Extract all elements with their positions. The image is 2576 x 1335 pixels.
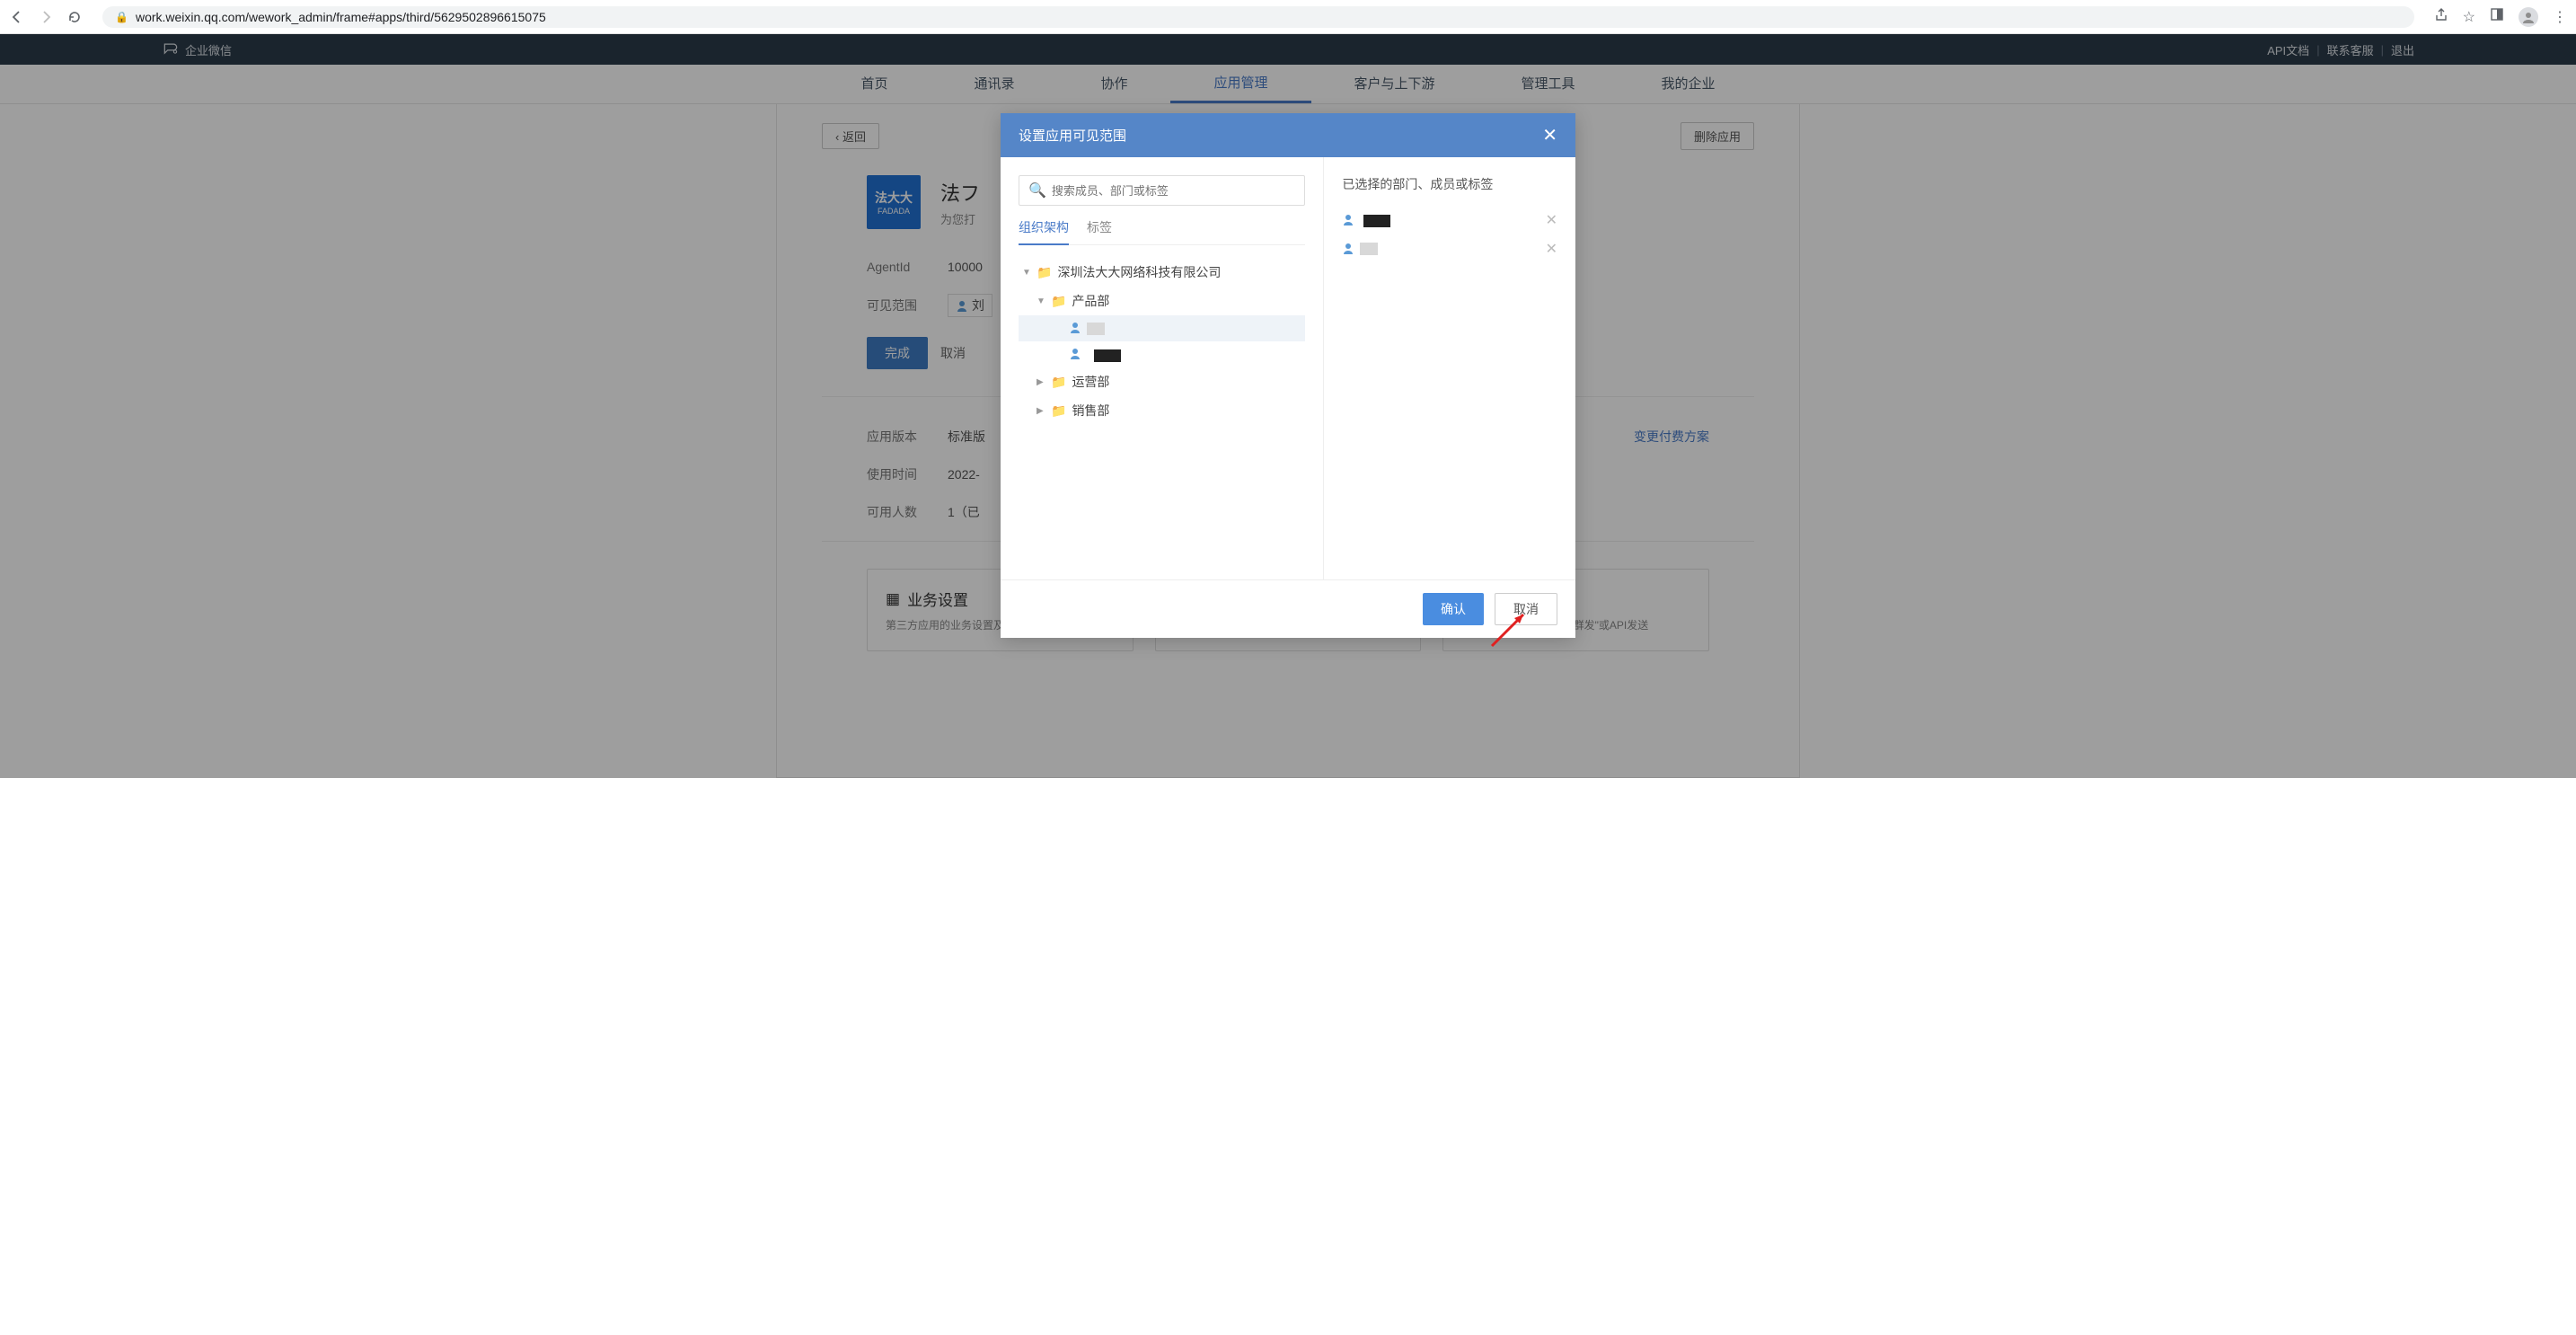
- search-input-container[interactable]: 🔍: [1019, 175, 1305, 206]
- confirm-button[interactable]: 确认: [1423, 593, 1484, 625]
- person-icon: [1342, 242, 1354, 257]
- remove-icon[interactable]: ✕: [1546, 211, 1557, 229]
- close-icon[interactable]: ✕: [1542, 124, 1557, 146]
- back-icon[interactable]: [9, 9, 25, 25]
- tree-member-1[interactable]: [1019, 315, 1305, 341]
- folder-icon: 📁: [1051, 294, 1066, 309]
- extensions-icon[interactable]: [2490, 7, 2504, 26]
- caret-right-icon: ▶: [1037, 377, 1045, 387]
- browser-toolbar: 🔒 work.weixin.qq.com/wework_admin/frame#…: [0, 0, 2576, 34]
- browser-right-icons: ☆ ⋮: [2434, 7, 2567, 27]
- folder-icon: 📁: [1051, 403, 1066, 419]
- modal-left-panel: 🔍 组织架构 标签 ▼ 📁 深圳法大大网络科技有限公司 ▼ 📁: [1001, 157, 1324, 579]
- selected-item-2: ✕: [1342, 234, 1557, 263]
- search-input[interactable]: [1052, 184, 1296, 198]
- person-icon: [1069, 321, 1081, 336]
- tree-root[interactable]: ▼ 📁 深圳法大大网络科技有限公司: [1019, 258, 1305, 287]
- address-bar[interactable]: 🔒 work.weixin.qq.com/wework_admin/frame#…: [102, 6, 2414, 28]
- redacted-name: [1087, 323, 1105, 335]
- modal-title: 设置应用可见范围: [1019, 126, 1126, 145]
- caret-down-icon: ▼: [1037, 296, 1045, 306]
- selected-item-1: ✕: [1342, 206, 1557, 234]
- tree-dept-ops[interactable]: ▶ 📁 运营部: [1019, 367, 1305, 396]
- tree-member-2[interactable]: [1019, 341, 1305, 367]
- remove-icon[interactable]: ✕: [1546, 240, 1557, 258]
- annotation-arrow: [1487, 606, 1532, 655]
- tab-tags[interactable]: 标签: [1087, 218, 1112, 244]
- org-tree: ▼ 📁 深圳法大大网络科技有限公司 ▼ 📁 产品部: [1019, 258, 1305, 425]
- modal-header: 设置应用可见范围 ✕: [1001, 113, 1575, 157]
- redacted-name: [1360, 213, 1390, 227]
- folder-icon: 📁: [1051, 375, 1066, 390]
- tree-dept-sales[interactable]: ▶ 📁 销售部: [1019, 396, 1305, 425]
- tree-dept-product[interactable]: ▼ 📁 产品部: [1019, 287, 1305, 315]
- modal-right-panel: 已选择的部门、成员或标签 ✕ ✕: [1324, 157, 1575, 579]
- bookmark-icon[interactable]: ☆: [2463, 8, 2475, 26]
- caret-right-icon: ▶: [1037, 406, 1045, 416]
- menu-icon[interactable]: ⋮: [2553, 8, 2567, 26]
- caret-down-icon: ▼: [1022, 268, 1031, 278]
- redacted-name: [1360, 243, 1378, 255]
- folder-icon: 📁: [1037, 265, 1052, 280]
- visibility-modal: 设置应用可见范围 ✕ 🔍 组织架构 标签 ▼ 📁 深圳法大大网络科技有限公司: [1001, 113, 1575, 638]
- person-icon: [1342, 213, 1354, 228]
- profile-avatar-icon[interactable]: [2519, 7, 2538, 27]
- person-icon: [1069, 347, 1081, 362]
- url-text: work.weixin.qq.com/wework_admin/frame#ap…: [136, 10, 546, 24]
- lock-icon: 🔒: [115, 11, 128, 23]
- redacted-name: [1087, 347, 1121, 361]
- tab-org[interactable]: 组织架构: [1019, 218, 1069, 245]
- share-icon[interactable]: [2434, 7, 2448, 26]
- forward-icon: [38, 9, 54, 25]
- search-icon: 🔍: [1028, 181, 1046, 199]
- selected-heading: 已选择的部门、成员或标签: [1342, 175, 1557, 193]
- reload-icon[interactable]: [66, 9, 83, 25]
